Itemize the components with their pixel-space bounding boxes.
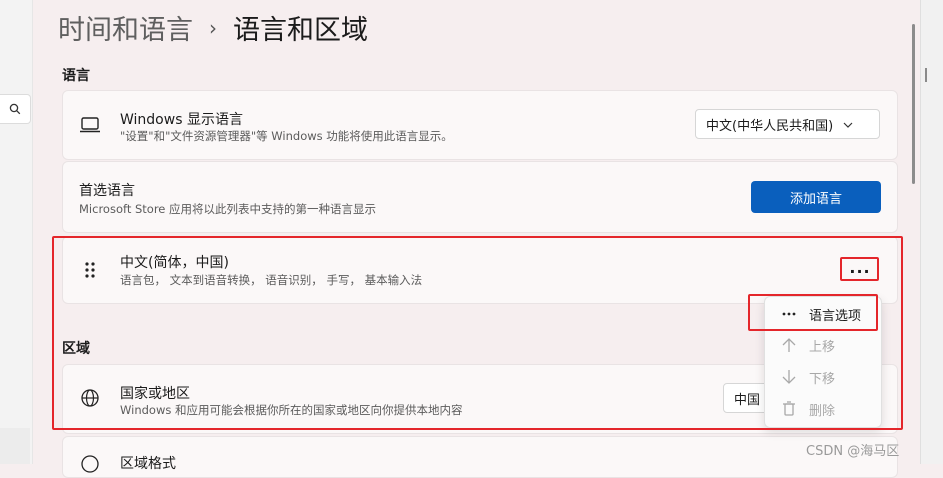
section-heading-language: 语言 — [62, 68, 90, 84]
laptop-icon — [79, 114, 101, 136]
more-icon — [777, 312, 801, 316]
display-language-dropdown[interactable]: 中文(中华人民共和国) — [695, 109, 880, 139]
more-options-button[interactable]: ··· — [843, 259, 877, 283]
region-format-icon — [79, 453, 101, 475]
add-language-button[interactable]: 添加语言 — [751, 181, 881, 213]
card-title: 中文(简体，中国) — [120, 255, 229, 271]
menu-item-remove[interactable]: 删除 — [765, 394, 881, 424]
card-title: 国家或地区 — [120, 386, 190, 402]
breadcrumb-separator: › — [209, 15, 217, 40]
menu-item-move-down[interactable]: 下移 — [765, 362, 881, 392]
menu-item-label: 上移 — [809, 339, 836, 355]
drag-handle-icon[interactable] — [79, 259, 101, 281]
section-heading-region: 区域 — [62, 341, 90, 357]
chevron-down-icon — [843, 117, 853, 132]
card-subtitle: "设置"和"文件资源管理器"等 Windows 功能将使用此语言显示。 — [120, 129, 453, 143]
window-edge-mark — [925, 68, 937, 82]
right-window-strip — [920, 0, 943, 464]
card-title: 首选语言 — [79, 183, 135, 199]
breadcrumb: 时间和语言 › 语言和区域 — [58, 8, 368, 47]
dropdown-value: 中国 — [734, 392, 761, 408]
scrollbar-thumb[interactable] — [912, 24, 915, 184]
card-subtitle: Microsoft Store 应用将以此列表中支持的第一种语言显示 — [79, 202, 377, 216]
arrow-down-icon — [777, 369, 801, 385]
scrollbar[interactable] — [911, 0, 917, 464]
card-subtitle: 语言包， 文本到语音转换， 语音识别， 手写， 基本输入法 — [120, 273, 423, 287]
dropdown-value: 中文(中华人民共和国) — [706, 118, 834, 134]
language-item-card[interactable]: 中文(简体，中国) 语言包， 文本到语音转换， 语音识别， 手写， 基本输入法 … — [62, 236, 898, 304]
card-subtitle: Windows 和应用可能会根据你所在的国家或地区向你提供本地内容 — [120, 403, 463, 417]
card-title: Windows 显示语言 — [120, 112, 243, 128]
card-title: 区域格式 — [120, 456, 176, 472]
menu-item-label: 删除 — [809, 403, 836, 419]
search-icon — [9, 100, 21, 119]
watermark: CSDN @海马区 — [806, 444, 900, 459]
arrow-up-icon — [777, 337, 801, 353]
trash-icon — [777, 401, 801, 417]
preferred-languages-card: 首选语言 Microsoft Store 应用将以此列表中支持的第一种语言显示 … — [62, 161, 898, 233]
windows-display-language-card: Windows 显示语言 "设置"和"文件资源管理器"等 Windows 功能将… — [62, 90, 898, 160]
left-nav-strip — [0, 0, 33, 464]
nav-item-partial[interactable] — [0, 428, 30, 464]
language-context-menu: 语言选项 上移 下移 删除 — [764, 296, 882, 428]
page-title: 语言和区域 — [233, 15, 368, 46]
breadcrumb-parent[interactable]: 时间和语言 — [58, 8, 193, 47]
menu-item-move-up[interactable]: 上移 — [765, 330, 881, 360]
menu-item-label: 语言选项 — [809, 308, 862, 324]
menu-item-label: 下移 — [809, 371, 836, 387]
nav-search-box[interactable] — [0, 94, 31, 124]
region-format-card: 区域格式 — [62, 436, 898, 478]
globe-icon — [79, 387, 101, 409]
menu-item-language-options[interactable]: 语言选项 — [765, 299, 881, 329]
